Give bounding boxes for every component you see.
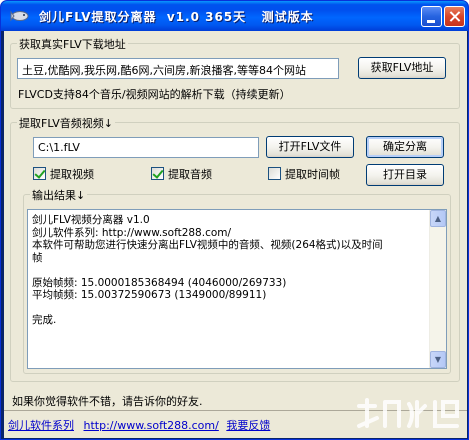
url-input[interactable]: 土豆,优酷网,我乐网,酷6网,六间房,新浪播客,等等84个网站 xyxy=(17,58,339,79)
checkbox-box[interactable] xyxy=(151,167,164,180)
extract-group-label: 提取FLV音频视频↓ xyxy=(17,115,115,131)
output-group-label: 输出结果↓ xyxy=(30,187,88,203)
extract-video-label: 提取视频 xyxy=(50,167,94,181)
extract-audio-label: 提取音频 xyxy=(168,167,212,181)
open-flv-file-button[interactable]: 打开FLV文件 xyxy=(266,136,354,158)
extract-video-checkbox[interactable]: 提取视频 xyxy=(33,166,94,181)
fish-app-icon xyxy=(10,10,29,22)
output-textarea[interactable]: 剑儿FLV视频分离器 v1.0 剑儿软件系列: http://www.soft2… xyxy=(27,209,447,369)
app-window: 剑儿FLV提取分离器 v1.0 365天 测试版本 获取真实FLV下载地址 土豆… xyxy=(0,0,469,440)
open-directory-button[interactable]: 打开目录 xyxy=(366,164,444,186)
title-bar[interactable]: 剑儿FLV提取分离器 v1.0 365天 测试版本 xyxy=(1,1,468,31)
client-area: 获取真实FLV下载地址 土豆,优酷网,我乐网,酷6网,六间房,新浪播客,等等84… xyxy=(4,31,467,438)
watermark-logo xyxy=(357,398,459,428)
vertical-scrollbar[interactable]: ▲ ▼ xyxy=(429,210,446,368)
hint-text: 如果你觉得软件不错，请告诉你的好友. xyxy=(12,395,203,408)
confirm-split-button[interactable]: 确定分离 xyxy=(366,136,444,158)
scroll-up-icon[interactable]: ▲ xyxy=(430,210,446,227)
output-line: 完成. xyxy=(32,314,57,326)
url-group-label: 获取真实FLV下载地址 xyxy=(17,36,128,52)
status-links: 剑儿软件系列 http://www.soft288.com/ 我要反馈 xyxy=(8,417,270,433)
output-line: 剑儿软件系列: http://www.soft288.com/ xyxy=(32,226,232,239)
window-title: 剑儿FLV提取分离器 v1.0 365天 测试版本 xyxy=(39,10,314,24)
series-link[interactable]: 剑儿软件系列 xyxy=(8,419,74,432)
support-text: FLVCD支持84个音乐/视频网站的解析下载（持续更新） xyxy=(18,88,291,101)
flv-file-path-input[interactable]: C:\1.fLV xyxy=(33,137,259,158)
extract-audio-checkbox[interactable]: 提取音频 xyxy=(151,166,212,181)
checkbox-box[interactable] xyxy=(33,167,46,180)
output-line: 本软件可帮助您进行快速分离出FLV视频中的音频、视频(264格式)以及时间 xyxy=(32,239,383,251)
minimize-button[interactable] xyxy=(421,6,442,27)
website-link[interactable]: http://www.soft288.com/ xyxy=(84,419,219,432)
output-line: 平均帧频: 15.00372590673 (1349000/89911) xyxy=(32,289,267,301)
feedback-link[interactable]: 我要反馈 xyxy=(226,419,270,432)
checkbox-box[interactable] xyxy=(268,167,281,180)
extract-timestamp-label: 提取时间帧 xyxy=(285,167,340,181)
close-button[interactable] xyxy=(444,6,465,27)
get-flv-url-button[interactable]: 获取FLV地址 xyxy=(358,57,446,79)
extract-timestamp-checkbox[interactable]: 提取时间帧 xyxy=(268,166,340,181)
output-line: 剑儿FLV视频分离器 v1.0 xyxy=(32,214,150,226)
output-line: 原始帧频: 15.0000185368494 (4046000/269733) xyxy=(32,276,287,289)
scroll-down-icon[interactable]: ▼ xyxy=(430,351,446,368)
output-line: 帧 xyxy=(32,251,43,264)
